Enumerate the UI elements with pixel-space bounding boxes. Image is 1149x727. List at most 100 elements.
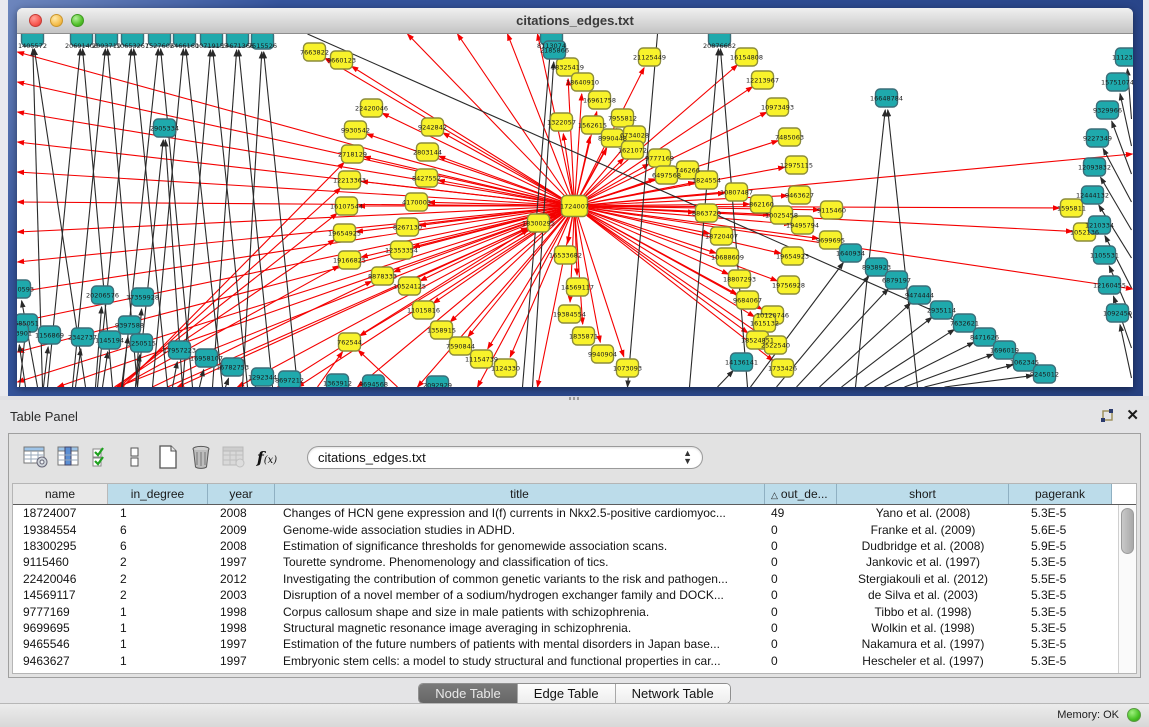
network-canvas[interactable]: 1724007224200469930542271812912213363161…: [17, 34, 1133, 387]
graph-node-label: 9463627: [785, 192, 814, 200]
table-row[interactable]: 2242004622012Investigating the contribut…: [13, 571, 1118, 587]
graph-node-label: 19756928: [772, 282, 805, 290]
graph-node-label: 1292344: [248, 374, 277, 382]
table-cell: 5.3E-5: [1009, 555, 1112, 569]
graph-node-label: 12975115: [780, 162, 813, 170]
table-cell: 2008: [208, 539, 275, 553]
status-bar: Memory: OK: [0, 703, 1149, 727]
table-cell: 9465546: [13, 637, 108, 651]
graph-node-label: 1724007: [560, 203, 589, 211]
graph-node-label: 1210334: [1085, 222, 1114, 230]
table-row[interactable]: 1456911722003Disruption of a novel membe…: [13, 587, 1118, 603]
table-row[interactable]: 946554611997Estimation of the future num…: [13, 636, 1118, 652]
graph-node-label: 9329966: [1093, 107, 1122, 115]
table-cell: 1: [108, 506, 208, 520]
graph-node-label: 1062345: [1010, 359, 1039, 367]
column-header-out_de[interactable]: △out_de...: [765, 484, 837, 504]
graph-node-label: 19166825: [333, 257, 366, 265]
graph-node-label: 1696019: [990, 347, 1019, 355]
graph-node-label: 10120746: [756, 312, 789, 320]
network-window[interactable]: citations_edges.txt 17240072242004699305…: [17, 8, 1133, 387]
graph-node-label: 10688609: [711, 254, 744, 262]
table-row[interactable]: 969969511998Structural magnetic resonanc…: [13, 620, 1118, 636]
checklist-icon[interactable]: [87, 442, 117, 472]
network-window-title: citations_edges.txt: [17, 13, 1133, 28]
graph-node-label: 2090593: [17, 286, 34, 294]
column-header-in_degree[interactable]: in_degree: [108, 484, 208, 504]
tab-edge-table[interactable]: Edge Table: [518, 684, 616, 703]
column-header-title[interactable]: title: [275, 484, 765, 504]
graph-node-label: 21125449: [633, 54, 666, 62]
table-cell: Dudbridge et al. (2008): [837, 539, 1009, 553]
graph-node-label: 15751074: [1101, 79, 1133, 87]
table-cell: 1998: [208, 605, 275, 619]
table-cell: 5.5E-5: [1009, 572, 1112, 586]
table-header-row: namein_degreeyeartitle△out_de...shortpag…: [13, 484, 1136, 505]
graph-node-label: 16958107: [190, 355, 223, 363]
graph-node-label: 862160: [749, 201, 774, 209]
graph-node-label: 9115460: [817, 207, 846, 215]
graph-node-label: 11154739: [465, 356, 498, 364]
citation-edge-black: [213, 50, 237, 387]
vertical-scrollbar[interactable]: [1118, 505, 1136, 673]
graph-node-label: 18325419: [551, 64, 584, 72]
function-builder-icon[interactable]: f(x): [252, 442, 282, 472]
column-header-short[interactable]: short: [837, 484, 1009, 504]
table-selector-dropdown[interactable]: citations_edges.txt ▲▼: [307, 446, 703, 469]
citation-edge-black: [1112, 121, 1132, 174]
table-cell: 2: [108, 555, 208, 569]
tab-node-table[interactable]: Node Table: [419, 684, 518, 703]
graph-node-label: 16648784: [870, 95, 903, 103]
close-icon[interactable]: ✕: [1126, 406, 1139, 424]
scrollbar-thumb[interactable]: [1121, 508, 1134, 554]
column-header-pagerank[interactable]: pagerank: [1009, 484, 1112, 504]
graph-node-label: 1105531: [1090, 252, 1119, 260]
table-cell: Estimation of the future numbers of pati…: [275, 637, 765, 651]
table-toolbar: f(x) citations_edges.txt ▲▼: [9, 434, 1140, 480]
graph-node-label: 18720407: [705, 233, 738, 241]
graph-node-label: 6879197: [882, 277, 911, 285]
graph-node-label: 1145194: [95, 337, 124, 345]
graph-node-label: 16782753: [216, 364, 249, 372]
graph-node-label: 1092450: [1103, 310, 1132, 318]
table-row[interactable]: 911546021997Tourette syndrome. Phenomeno…: [13, 554, 1118, 570]
delete-table-icon[interactable]: [186, 442, 216, 472]
table-row[interactable]: 946362711997Embryonic stem cells: a mode…: [13, 653, 1118, 669]
graph-node-label: 1595811: [1057, 205, 1086, 213]
table-cell: 0: [765, 523, 837, 537]
graph-node-label: 1358915: [427, 327, 456, 335]
table-cell: 6: [108, 523, 208, 537]
sort-ascending-icon: △: [771, 490, 778, 500]
graph-node-label: 19384554: [553, 311, 586, 319]
select-columns-icon[interactable]: [54, 442, 84, 472]
table-cell: 5.3E-5: [1009, 637, 1112, 651]
tab-network-table[interactable]: Network Table: [616, 684, 730, 703]
table-row[interactable]: 977716911998Corpus callosum shape and si…: [13, 603, 1118, 619]
table-cell: 1: [108, 654, 208, 668]
table-cell: 2009: [208, 523, 275, 537]
graph-node-label: 1112304: [1112, 54, 1133, 62]
table-cell: 1: [108, 605, 208, 619]
graph-node-label: 8697212: [275, 377, 304, 385]
citation-edge-black: [797, 289, 889, 387]
graph-node-label: 1562615: [578, 122, 607, 130]
table-cell: Genome-wide association studies in ADHD.: [275, 523, 765, 537]
graph-node-label: 1640934: [836, 250, 865, 258]
table-panel-title: Table Panel: [10, 409, 78, 424]
graph-node-label: 2342737: [68, 334, 97, 342]
network-window-titlebar[interactable]: citations_edges.txt: [17, 8, 1133, 34]
table-settings-icon[interactable]: [21, 442, 51, 472]
row-height-icon[interactable]: [120, 442, 150, 472]
column-header-year[interactable]: year: [208, 484, 275, 504]
graph-node-label: 8471626: [970, 334, 999, 342]
column-header-name[interactable]: name: [13, 484, 108, 504]
citation-edge-black: [945, 376, 1033, 387]
table-row[interactable]: 1830029562008Estimation of significance …: [13, 538, 1118, 554]
table-row[interactable]: 1938455462009Genome-wide association stu…: [13, 521, 1118, 537]
float-window-icon[interactable]: [1099, 408, 1115, 424]
graph-node-label: 1124330: [491, 365, 520, 373]
new-table-icon[interactable]: [153, 442, 183, 472]
table-cell: 1: [108, 621, 208, 635]
table-row[interactable]: 1872400712008Changes of HCN gene express…: [13, 505, 1118, 521]
table-cell: 0: [765, 588, 837, 602]
